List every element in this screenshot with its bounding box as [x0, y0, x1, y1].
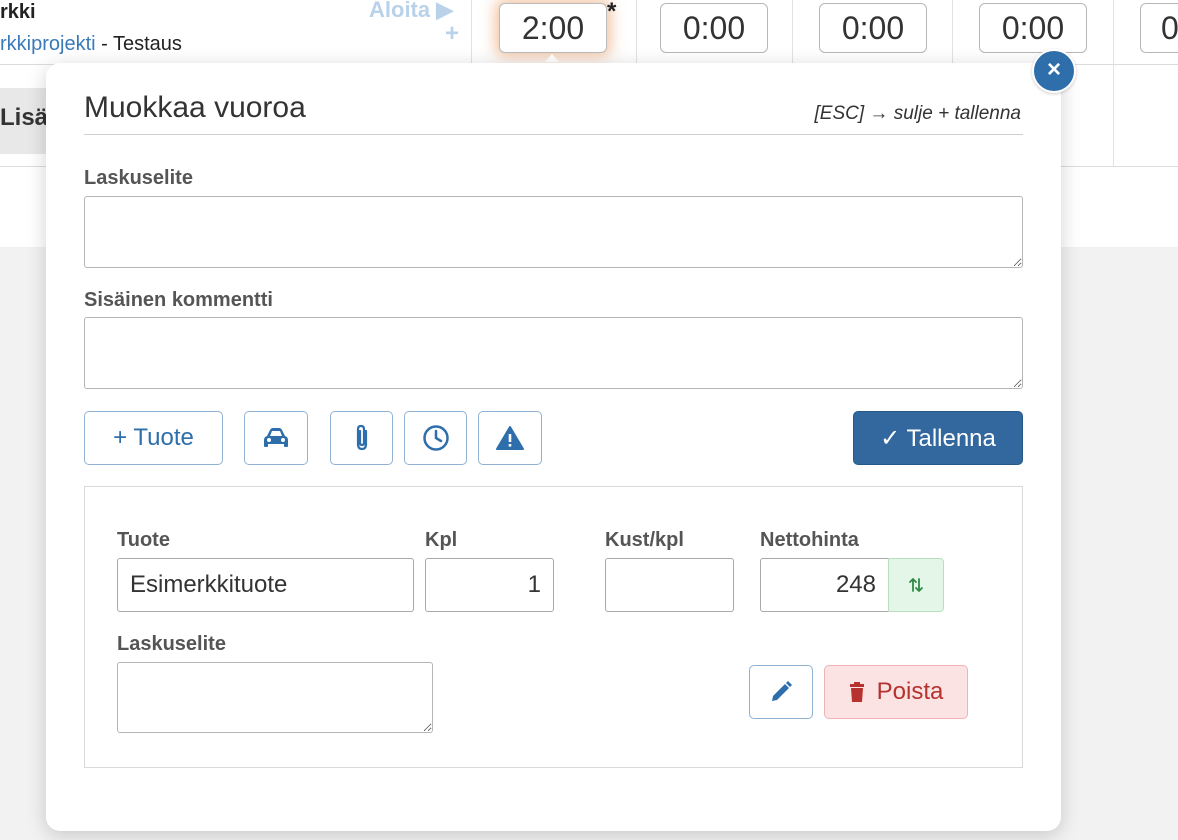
- swap-price-button[interactable]: [888, 558, 944, 612]
- car-icon: [262, 426, 290, 450]
- time-entry[interactable]: 0:00: [979, 3, 1087, 53]
- add-travel-button[interactable]: [244, 411, 308, 465]
- close-modal-button[interactable]: ×: [1032, 49, 1076, 93]
- time-button[interactable]: [404, 411, 467, 465]
- save-button[interactable]: ✓ Tallenna: [853, 411, 1023, 465]
- attach-file-button[interactable]: [330, 411, 393, 465]
- time-entry[interactable]: 0: [1140, 3, 1178, 53]
- modified-marker: *: [607, 0, 617, 25]
- product-invoice-input[interactable]: [117, 662, 433, 733]
- invoice-description-label: Laskuselite: [84, 167, 193, 189]
- column-divider: [1113, 0, 1114, 166]
- net-price-label: Nettohinta: [760, 529, 859, 551]
- project-name: rkki: [0, 1, 36, 23]
- quantity-label: Kpl: [425, 529, 458, 551]
- project-subtitle: rkkiprojekti - Testaus: [0, 33, 182, 56]
- add-product-button[interactable]: + Tuote: [84, 411, 223, 465]
- unit-cost-label: Kust/kpl: [605, 529, 684, 551]
- net-price-input[interactable]: 248: [760, 558, 889, 612]
- add-entry-link[interactable]: +: [445, 20, 459, 48]
- start-timer-link[interactable]: Aloita ▶: [369, 0, 453, 23]
- internal-comment-input[interactable]: [84, 317, 1023, 389]
- edit-shift-modal: Muokkaa vuoroa [ESC] → sulje + tallenna …: [46, 63, 1061, 831]
- delete-product-button[interactable]: Poista: [824, 665, 968, 719]
- clock-icon: [422, 424, 450, 452]
- time-entry-active[interactable]: 2:00: [499, 3, 607, 53]
- popover-caret: [545, 54, 559, 62]
- edit-product-button[interactable]: [749, 665, 813, 719]
- task-name: - Testaus: [95, 33, 182, 55]
- time-entry[interactable]: 0:00: [660, 3, 768, 53]
- swap-arrows-icon: [908, 576, 924, 594]
- trash-icon: [849, 682, 865, 702]
- quantity-input[interactable]: 1: [425, 558, 554, 612]
- product-name-input[interactable]: Esimerkkituote: [117, 558, 414, 612]
- pencil-icon: [769, 680, 793, 704]
- product-invoice-label: Laskuselite: [117, 633, 226, 655]
- delete-label: Poista: [876, 678, 944, 705]
- esc-hint: [ESC] → sulje + tallenna: [814, 103, 1021, 124]
- modal-title: Muokkaa vuoroa: [84, 91, 306, 124]
- title-divider: [84, 134, 1023, 135]
- time-entry[interactable]: 0:00: [819, 3, 927, 53]
- invoice-description-input[interactable]: [84, 196, 1023, 268]
- unit-cost-input[interactable]: [605, 558, 734, 612]
- warning-button[interactable]: [478, 411, 542, 465]
- paperclip-icon: [352, 423, 372, 453]
- warning-icon: [495, 425, 525, 451]
- internal-comment-label: Sisäinen kommentti: [84, 289, 273, 311]
- project-link[interactable]: rkkiprojekti: [0, 33, 96, 55]
- product-row-panel: Tuote Esimerkkituote Kpl 1 Kust/kpl Nett…: [84, 486, 1023, 768]
- product-name-label: Tuote: [117, 529, 170, 551]
